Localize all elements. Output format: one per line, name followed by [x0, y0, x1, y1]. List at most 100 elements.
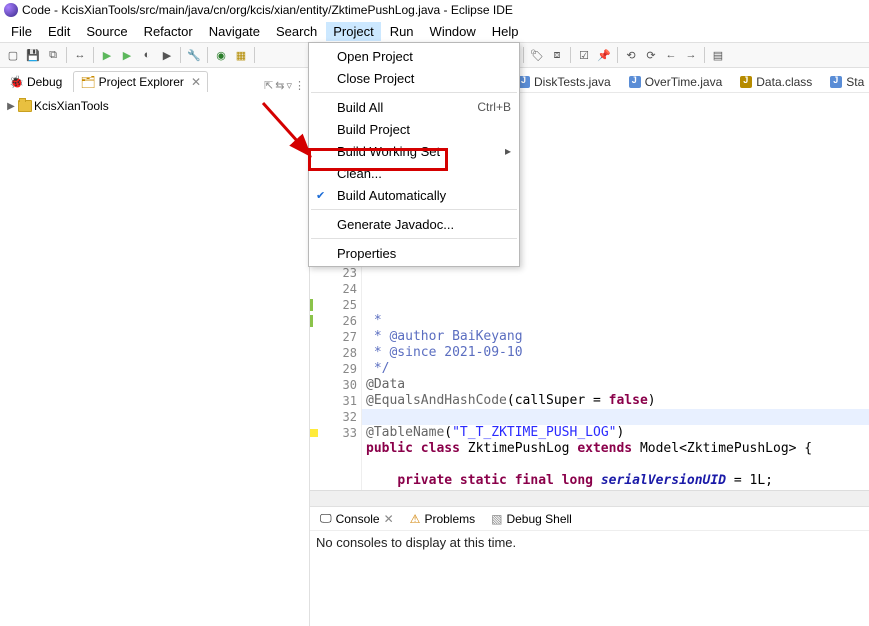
tab-explorer-label: Project Explorer: [99, 75, 184, 89]
menuitem-build-working-set[interactable]: Build Working Set ▸: [309, 140, 519, 162]
forward-icon[interactable]: ⟳: [642, 46, 660, 64]
toggle-mark-icon[interactable]: 🏷: [528, 46, 546, 64]
collapse-icon[interactable]: ⇱: [264, 79, 273, 92]
menuitem-build-project[interactable]: Build Project: [309, 118, 519, 140]
save-icon[interactable]: 💾: [24, 46, 42, 64]
line-num: 29: [326, 361, 357, 377]
tab-console[interactable]: 🖵 Console ✕: [314, 508, 400, 529]
menu-refactor[interactable]: Refactor: [137, 22, 200, 41]
menu-bar: File Edit Source Refactor Navigate Searc…: [0, 20, 869, 42]
left-panel: 🐞 Debug 🗂 Project Explorer ✕ ⇱ ⇆ ▿ ⋮ ▶ K…: [0, 68, 310, 626]
menuitem-label: Generate Javadoc...: [337, 217, 454, 232]
menu-separator: [311, 238, 517, 239]
line-num: 24: [326, 281, 357, 297]
tab-debug[interactable]: 🐞 Debug: [2, 71, 69, 92]
view-menu-icon[interactable]: ⋮: [294, 79, 305, 92]
menu-separator: [311, 209, 517, 210]
new-icon[interactable]: ▢: [4, 46, 22, 64]
menuitem-label: Open Project: [337, 49, 413, 64]
editor-tab-disktests[interactable]: DiskTests.java: [510, 72, 619, 92]
editor-tab-data[interactable]: Data.class: [732, 72, 820, 92]
bottom-tabs: 🖵 Console ✕ ⚠ Problems ▧ Debug Shell: [310, 507, 869, 531]
title-bar: Code - KcisXianTools/src/main/java/cn/or…: [0, 0, 869, 20]
menuitem-properties[interactable]: Properties: [309, 242, 519, 264]
open-type-icon[interactable]: ⧈: [548, 46, 566, 64]
nav-back-icon[interactable]: ←: [662, 46, 680, 64]
menu-source[interactable]: Source: [79, 22, 134, 41]
tab-debug-shell[interactable]: ▧ Debug Shell: [485, 509, 578, 529]
editor-tab-overtime[interactable]: OverTime.java: [621, 72, 731, 92]
editor-tab-label: OverTime.java: [645, 75, 723, 89]
project-menu-dropdown: Open Project Close Project Build All Ctrl…: [308, 42, 520, 267]
tab-debugshell-label: Debug Shell: [506, 512, 571, 526]
new-java-class-icon[interactable]: ◉: [212, 46, 230, 64]
project-folder-icon: [18, 100, 32, 112]
expander-icon[interactable]: ▶: [6, 101, 16, 112]
menuitem-close-project[interactable]: Close Project: [309, 67, 519, 89]
new-package-icon[interactable]: ▦: [232, 46, 250, 64]
perspective-icon[interactable]: ▤: [709, 46, 727, 64]
run-icon[interactable]: ▶: [118, 46, 136, 64]
tab-debug-label: Debug: [27, 75, 62, 89]
menuitem-label: Build All: [337, 100, 383, 115]
line-num: 26: [326, 313, 357, 329]
line-num: 32: [326, 409, 357, 425]
menu-search[interactable]: Search: [269, 22, 324, 41]
back-icon[interactable]: ⟲: [622, 46, 640, 64]
submenu-arrow-icon: ▸: [505, 144, 511, 158]
toggle-icon[interactable]: ↔: [71, 46, 89, 64]
tab-problems[interactable]: ⚠ Problems: [404, 509, 481, 529]
java-file-icon: [629, 76, 641, 88]
close-tab-icon[interactable]: ✕: [191, 75, 201, 89]
menu-edit[interactable]: Edit: [41, 22, 77, 41]
close-tab-icon[interactable]: ✕: [384, 512, 394, 526]
menuitem-label: Build Working Set: [337, 144, 440, 159]
save-all-icon[interactable]: ⧉: [44, 46, 62, 64]
editor-tab-label: Sta: [846, 75, 864, 89]
run-last-icon[interactable]: ▶: [158, 46, 176, 64]
class-file-icon: [740, 76, 752, 88]
coverage-icon[interactable]: ◐: [138, 46, 156, 64]
current-line-highlight: [362, 409, 869, 425]
menuitem-label: Build Automatically: [337, 188, 446, 203]
menuitem-build-all[interactable]: Build All Ctrl+B: [309, 96, 519, 118]
bug-icon: 🐞: [9, 75, 24, 89]
editor-tab-label: Data.class: [756, 75, 812, 89]
ext-tools-icon[interactable]: 🔧: [185, 46, 203, 64]
menu-file[interactable]: File: [4, 22, 39, 41]
line-num: 31: [326, 393, 357, 409]
menu-help[interactable]: Help: [485, 22, 526, 41]
line-num: 30: [326, 377, 357, 393]
menuitem-clean[interactable]: Clean...: [309, 162, 519, 184]
nav-forward-icon[interactable]: →: [682, 46, 700, 64]
menu-project[interactable]: Project: [326, 22, 380, 41]
menu-navigate[interactable]: Navigate: [202, 22, 267, 41]
filter-icon[interactable]: ▿: [286, 79, 292, 92]
console-icon: 🖵: [320, 511, 332, 526]
debug-shell-icon: ▧: [491, 512, 502, 526]
menu-window[interactable]: Window: [423, 22, 483, 41]
pin-icon[interactable]: 📌: [595, 46, 613, 64]
menuitem-shortcut: Ctrl+B: [477, 100, 511, 114]
menuitem-open-project[interactable]: Open Project: [309, 45, 519, 67]
debug-icon[interactable]: ▶: [98, 46, 116, 64]
java-file-icon: [830, 76, 842, 88]
project-tree[interactable]: ▶ KcisXianTools: [0, 92, 309, 626]
menuitem-label: Properties: [337, 246, 396, 261]
project-node[interactable]: ▶ KcisXianTools: [4, 98, 305, 114]
tab-project-explorer[interactable]: 🗂 Project Explorer ✕: [73, 71, 208, 92]
line-num: 27: [326, 329, 357, 345]
explorer-icon: 🗂: [80, 75, 95, 89]
link-editor-icon[interactable]: ⇆: [275, 79, 284, 92]
task-icon[interactable]: ☑: [575, 46, 593, 64]
menuitem-build-automatically[interactable]: Build Automatically: [309, 184, 519, 206]
editor-hscrollbar[interactable]: [310, 490, 869, 506]
menu-run[interactable]: Run: [383, 22, 421, 41]
tab-problems-label: Problems: [424, 512, 475, 526]
menuitem-generate-javadoc[interactable]: Generate Javadoc...: [309, 213, 519, 235]
editor-tab-sta[interactable]: Sta: [822, 72, 869, 92]
project-name: KcisXianTools: [34, 99, 109, 113]
window-title: Code - KcisXianTools/src/main/java/cn/or…: [22, 3, 513, 17]
menuitem-label: Build Project: [337, 122, 410, 137]
line-num: 33: [326, 425, 357, 441]
